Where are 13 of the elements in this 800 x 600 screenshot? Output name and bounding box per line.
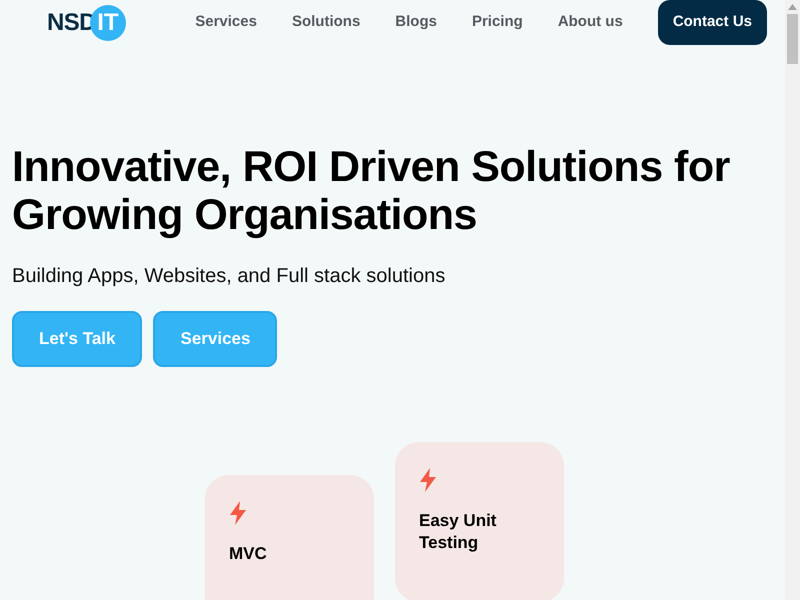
nav-link[interactable]: About us <box>558 11 623 34</box>
feature-title: Easy Unit Testing <box>419 510 498 554</box>
nav-link[interactable]: Services <box>195 11 257 34</box>
contact-button[interactable]: Contact Us <box>658 0 767 45</box>
nav-link[interactable]: Blogs <box>395 11 437 34</box>
hero-heading: Innovative, ROI Driven Solutions for Growing Organisations <box>12 143 731 239</box>
feature-title: MVC <box>229 543 268 565</box>
nav-link[interactable]: Pricing <box>472 11 523 34</box>
lightning-bolt-icon <box>229 501 247 525</box>
lightning-bolt-icon <box>419 468 437 492</box>
scrollbar-drawing[interactable] <box>785 0 800 600</box>
hero-subtitle: Building Apps, Websites, and Full stack solutions <box>12 264 446 289</box>
nav-link[interactable]: Solutions <box>292 11 360 34</box>
